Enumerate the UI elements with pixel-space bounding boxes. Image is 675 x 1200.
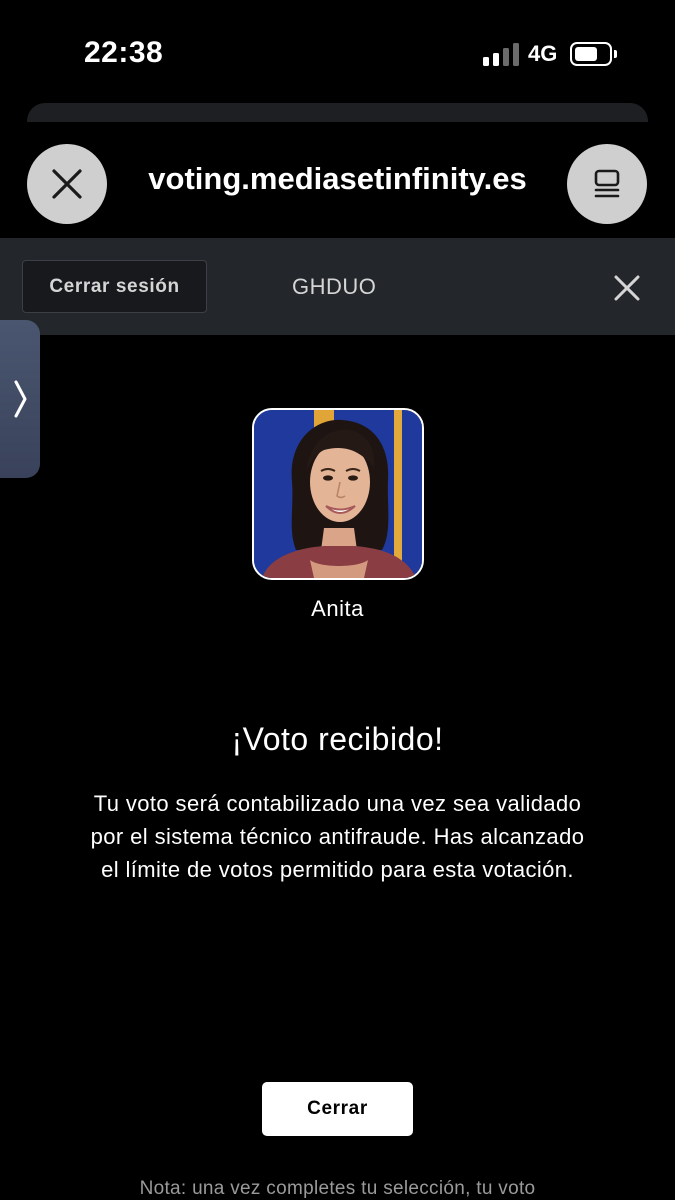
reader-mode-icon: [594, 169, 620, 198]
vote-confirmation-message: Tu voto será contabilizado una vez sea v…: [90, 791, 585, 882]
logout-button[interactable]: Cerrar sesión: [22, 260, 207, 313]
close-icon: [52, 169, 82, 199]
vote-confirmation-title: ¡Voto recibido!: [231, 721, 444, 757]
close-icon[interactable]: [612, 273, 642, 303]
vote-note: Nota: una vez completes tu selección, tu…: [139, 1178, 536, 1199]
status-bar: 22:38 4G: [0, 0, 675, 100]
battery-cap: [614, 50, 617, 58]
close-browser-button[interactable]: [27, 144, 107, 224]
chevron-right-icon: [14, 380, 27, 418]
candidate-photo: [252, 408, 424, 580]
network-type: 4G: [528, 41, 558, 66]
close-button[interactable]: Cerrar: [262, 1082, 413, 1136]
voting-page: 22:38 4G voting.mediasetinfinity.es Cerr: [0, 0, 675, 1200]
battery-level: [575, 47, 598, 61]
cellular-signal-icon: [483, 42, 519, 66]
browser-url[interactable]: voting.mediasetinfinity.es: [110, 161, 565, 197]
site-header: Cerrar sesión GHDUO: [0, 238, 675, 335]
reader-mode-button[interactable]: [567, 144, 647, 224]
candidate-portrait: [254, 410, 422, 578]
candidate-name: Anita: [311, 596, 364, 621]
status-time: 22:38: [84, 36, 164, 69]
battery-icon: [570, 42, 612, 66]
user-code: GHDUO: [292, 274, 377, 299]
